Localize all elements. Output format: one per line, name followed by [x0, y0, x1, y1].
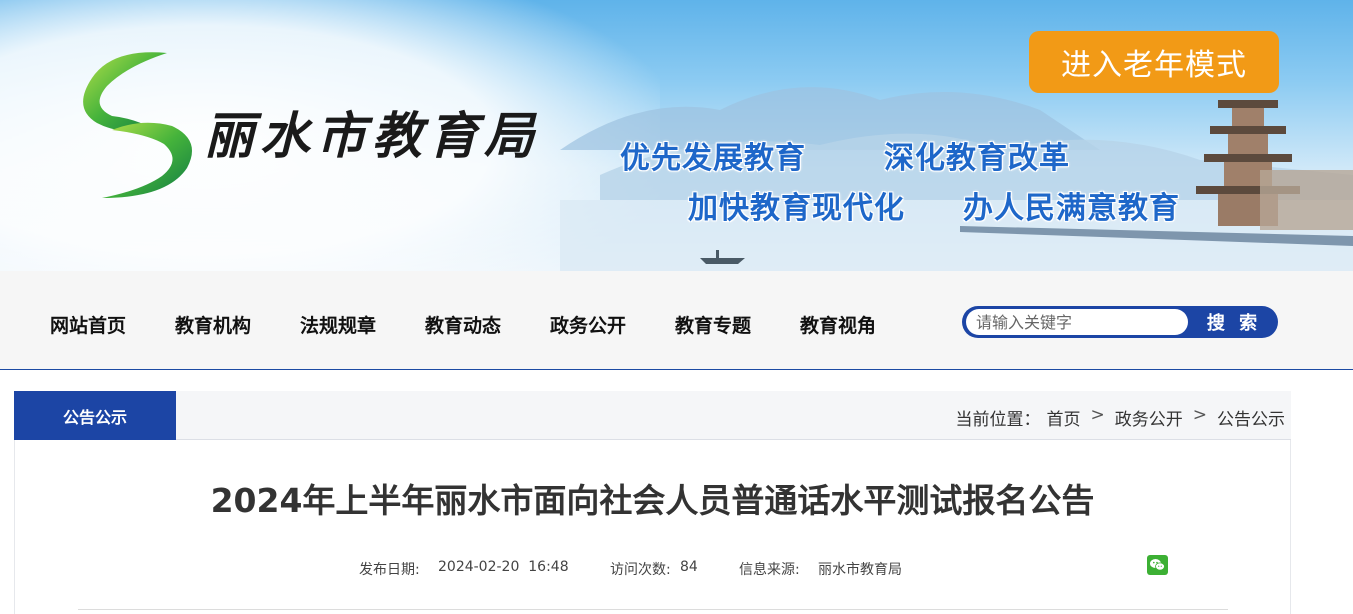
- visits-label: 访问次数:: [610, 562, 671, 578]
- nav-item-perspective[interactable]: 教育视角: [800, 311, 876, 338]
- elder-mode-button[interactable]: 进入老年模式: [1029, 31, 1279, 93]
- breadcrumb-prefix: 当前位置：: [955, 410, 1041, 430]
- wechat-icon[interactable]: [1147, 555, 1168, 575]
- nav-item-gov-affairs[interactable]: 政务公开: [550, 311, 626, 338]
- search-button[interactable]: 搜 索: [1190, 306, 1278, 338]
- article-container: [14, 440, 1291, 614]
- article-title: 2024年上半年丽水市面向社会人员普通话水平测试报名公告: [210, 481, 1095, 520]
- header-banner: 丽水市教育局 优先发展教育 深化教育改革 加快教育现代化 办人民满意教育 进入老…: [0, 0, 1353, 271]
- search-input[interactable]: [966, 309, 1188, 335]
- source-label: 信息来源:: [739, 562, 800, 578]
- slogan-1: 优先发展教育: [620, 141, 806, 176]
- site-name: 丽水市教育局: [204, 106, 540, 165]
- breadcrumb-current[interactable]: 公告公示: [1217, 405, 1285, 430]
- breadcrumb-separator: >: [1192, 405, 1207, 425]
- nav-item-institutions[interactable]: 教育机构: [175, 311, 251, 338]
- nav-item-home[interactable]: 网站首页: [50, 311, 126, 338]
- breadcrumb: 当前位置： 首页 > 政务公开 > 公告公示: [956, 405, 1286, 430]
- slogan-2: 深化教育改革: [884, 141, 1070, 176]
- breadcrumb-gov-affairs[interactable]: 政务公开: [1115, 405, 1183, 430]
- divider: [78, 609, 1228, 610]
- slogan-3: 加快教育现代化: [688, 191, 905, 226]
- section-tab[interactable]: 公告公示: [14, 391, 176, 440]
- pagoda-illustration: [1196, 80, 1353, 230]
- nav-item-topics[interactable]: 教育专题: [675, 311, 751, 338]
- visit-count: 84: [680, 559, 698, 575]
- logo-swirl-icon: [83, 52, 192, 198]
- publish-date: 2024-02-20 16:48: [438, 559, 569, 575]
- source-value: 丽水市教育局: [818, 562, 902, 578]
- breadcrumb-separator: >: [1090, 405, 1105, 425]
- publish-label: 发布日期:: [359, 562, 420, 578]
- nav-item-regulations[interactable]: 法规规章: [300, 311, 376, 338]
- slogan-4: 办人民满意教育: [963, 191, 1180, 226]
- nav-item-news[interactable]: 教育动态: [425, 311, 501, 338]
- breadcrumb-home[interactable]: 首页: [1047, 405, 1081, 430]
